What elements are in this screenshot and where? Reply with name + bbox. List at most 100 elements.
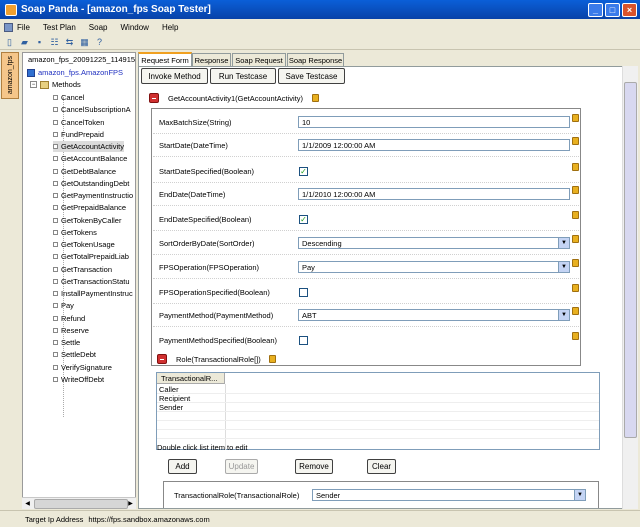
lock-icon[interactable] bbox=[572, 114, 579, 122]
lock-icon[interactable] bbox=[572, 307, 579, 315]
role-list-column-header[interactable]: TransactionalR... bbox=[157, 373, 225, 384]
save-icon[interactable]: ▪ bbox=[33, 36, 46, 48]
settings-icon[interactable]: ▦ bbox=[78, 36, 91, 48]
chevron-down-icon[interactable]: ▼ bbox=[558, 310, 569, 320]
tree-method-item[interactable]: Settle bbox=[53, 337, 80, 348]
tree-root[interactable]: amazon_fps_20091225_114915 bbox=[28, 54, 135, 65]
tree-method-item[interactable]: GetOutstandingDebt bbox=[53, 178, 129, 189]
text-field[interactable]: 1/1/2009 12:00:00 AM bbox=[298, 139, 570, 151]
collapse-role-icon[interactable] bbox=[157, 354, 167, 364]
menu-test-plan[interactable]: Test Plan bbox=[43, 23, 76, 32]
tree-method-item[interactable]: CancelSubscriptionA bbox=[53, 104, 131, 115]
tree-method-item[interactable]: GetDebtBalance bbox=[53, 166, 116, 177]
tree-method-item[interactable]: Pay bbox=[53, 300, 74, 311]
side-tab-amazon-fps[interactable]: amazon_fps bbox=[1, 52, 19, 99]
remove-button[interactable]: Remove bbox=[295, 459, 333, 474]
lock-icon[interactable] bbox=[572, 259, 579, 267]
lock-icon[interactable] bbox=[269, 355, 276, 363]
tab-soap-request[interactable]: Soap Request bbox=[232, 53, 286, 66]
tree-method-item[interactable]: GetTokenByCaller bbox=[53, 215, 121, 226]
tree-method-item[interactable]: InstallPaymentInstruc bbox=[53, 288, 133, 299]
tree-method-item[interactable]: Reserve bbox=[53, 325, 89, 336]
share-icon[interactable]: ⇆ bbox=[63, 36, 76, 48]
chevron-down-icon[interactable]: ▼ bbox=[558, 262, 569, 272]
add-button[interactable]: Add bbox=[168, 459, 197, 474]
method-icon bbox=[53, 340, 58, 345]
tree-method-item[interactable]: Refund bbox=[53, 313, 85, 324]
help-icon[interactable]: ? bbox=[93, 36, 106, 48]
tree-method-item[interactable]: GetAccountActivity bbox=[53, 141, 124, 152]
scroll-thumb[interactable] bbox=[34, 499, 128, 509]
open-icon[interactable]: ▰ bbox=[18, 36, 31, 48]
tree-method-item[interactable]: GetTotalPrepaidLiab bbox=[53, 251, 129, 262]
invoke-method-button[interactable]: Invoke Method bbox=[141, 68, 208, 84]
lock-icon[interactable] bbox=[572, 284, 579, 292]
menu-help[interactable]: Help bbox=[162, 23, 178, 32]
tab-request-form[interactable]: Request Form bbox=[138, 52, 192, 66]
service-icon bbox=[27, 68, 35, 77]
run-testcase-button[interactable]: Run Testcase bbox=[210, 68, 276, 84]
maximize-button[interactable]: □ bbox=[605, 2, 620, 17]
update-button[interactable]: Update bbox=[225, 459, 258, 474]
scroll-thumb[interactable] bbox=[624, 82, 637, 438]
select-field[interactable]: Descending ▼ bbox=[298, 237, 570, 249]
new-icon[interactable]: ▯ bbox=[3, 36, 16, 48]
tree-method-item[interactable]: GetTokens bbox=[53, 227, 97, 238]
method-icon bbox=[53, 376, 58, 382]
tree-method-item[interactable]: WriteOffDebt bbox=[53, 374, 104, 385]
role-list[interactable]: TransactionalR... Caller Recipient Sende… bbox=[156, 372, 600, 450]
lock-icon[interactable] bbox=[572, 211, 579, 219]
tree-method-item[interactable]: GetPaymentInstructio bbox=[53, 190, 133, 201]
chevron-down-icon[interactable]: ▼ bbox=[574, 490, 585, 500]
tree-methods-node[interactable]: − Methods bbox=[27, 79, 81, 90]
tree-method-item[interactable]: CancelToken bbox=[53, 117, 104, 128]
lock-icon[interactable] bbox=[572, 186, 579, 194]
method-icon bbox=[53, 291, 58, 296]
minimize-button[interactable]: _ bbox=[588, 2, 603, 17]
tree-method-label: CancelToken bbox=[61, 117, 105, 127]
field-label: PaymentMethodSpecified(Boolean) bbox=[159, 336, 277, 345]
scroll-left-icon[interactable]: ◀ bbox=[22, 498, 33, 509]
select-field[interactable]: ABT ▼ bbox=[298, 309, 570, 321]
menu-window[interactable]: Window bbox=[120, 23, 148, 32]
tab-response[interactable]: Response bbox=[192, 53, 231, 66]
tree-method-item[interactable]: GetTransaction bbox=[53, 264, 112, 275]
tree-method-item[interactable]: Cancel bbox=[53, 92, 84, 103]
save-testcase-button[interactable]: Save Testcase bbox=[278, 68, 345, 84]
checkbox[interactable]: ✓ bbox=[299, 215, 308, 224]
text-field[interactable]: 10 bbox=[298, 116, 570, 128]
tree-method-item[interactable]: FundPrepaid bbox=[53, 129, 104, 140]
form-vertical-scrollbar[interactable] bbox=[622, 66, 638, 509]
role-editor-select[interactable]: Sender ▼ bbox=[312, 489, 586, 501]
clear-button[interactable]: Clear bbox=[367, 459, 396, 474]
select-field[interactable]: Pay ▼ bbox=[298, 261, 570, 273]
tree-method-item[interactable]: GetPrepaidBalance bbox=[53, 202, 126, 213]
lock-icon[interactable] bbox=[312, 94, 319, 102]
method-tree[interactable]: amazon_fps_20091225_114915 amazon_fps.Am… bbox=[22, 52, 136, 509]
close-button[interactable]: × bbox=[622, 2, 637, 17]
checkbox[interactable] bbox=[299, 336, 308, 345]
tree-method-item[interactable]: VerifySignature bbox=[53, 362, 112, 373]
chevron-down-icon[interactable]: ▼ bbox=[558, 238, 569, 248]
tree-icon[interactable]: ☷ bbox=[48, 36, 61, 48]
lock-icon[interactable] bbox=[572, 235, 579, 243]
collapse-operation-icon[interactable] bbox=[149, 93, 159, 103]
tab-soap-response[interactable]: Soap Response bbox=[287, 53, 344, 66]
tree-method-item[interactable]: GetTransactionStatu bbox=[53, 276, 130, 287]
collapse-icon[interactable]: − bbox=[30, 81, 37, 88]
menu-soap[interactable]: Soap bbox=[89, 23, 108, 32]
tree-method-item[interactable]: SettleDebt bbox=[53, 349, 96, 360]
lock-icon[interactable] bbox=[572, 137, 579, 145]
tree-method-item[interactable]: GetTokenUsage bbox=[53, 239, 115, 250]
lock-icon[interactable] bbox=[572, 163, 579, 171]
lock-icon[interactable] bbox=[572, 332, 579, 340]
scroll-right-icon[interactable]: ▶ bbox=[125, 498, 136, 509]
row-separator bbox=[153, 230, 579, 231]
checkbox[interactable]: ✓ bbox=[299, 167, 308, 176]
tree-service[interactable]: amazon_fps.AmazonFPS bbox=[23, 67, 123, 78]
text-field[interactable]: 1/1/2010 12:00:00 AM bbox=[298, 188, 570, 200]
checkbox[interactable] bbox=[299, 288, 308, 297]
tree-method-item[interactable]: GetAccountBalance bbox=[53, 153, 127, 164]
tree-horizontal-scrollbar[interactable]: ◀ ▶ bbox=[22, 497, 136, 509]
menu-file[interactable]: File bbox=[17, 23, 30, 32]
